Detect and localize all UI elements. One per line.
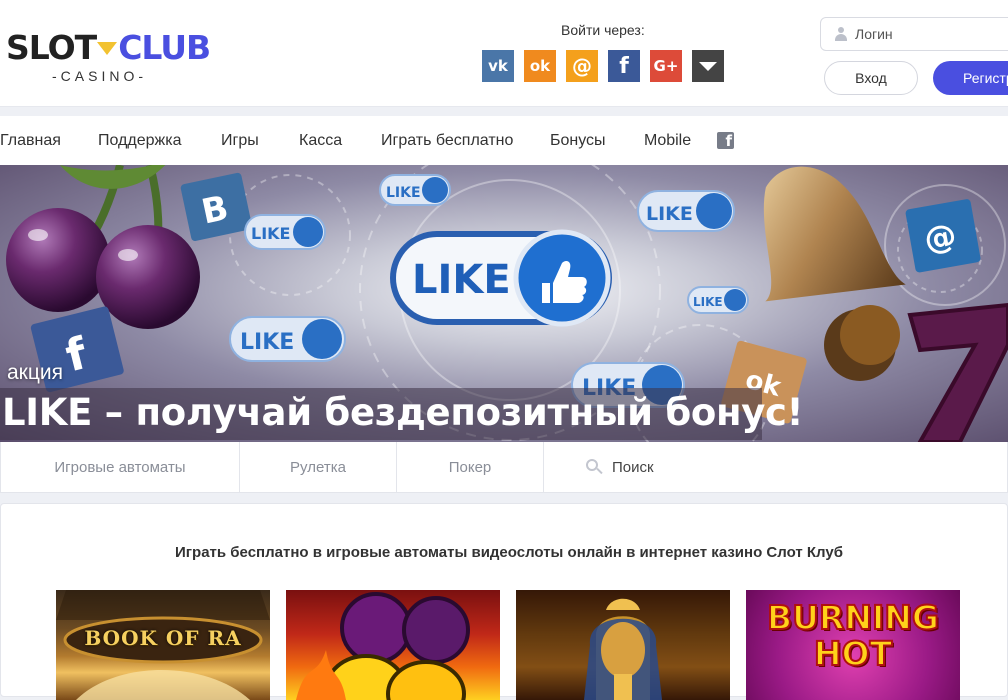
- nav-item-bonuses[interactable]: Бонусы: [550, 132, 606, 150]
- mailru-badge-icon: @: [921, 216, 959, 259]
- mailru-icon[interactable]: @: [566, 50, 598, 82]
- login-button[interactable]: Вход: [824, 61, 918, 95]
- game-artwork: [516, 590, 730, 700]
- nav-item-games[interactable]: Игры: [221, 132, 259, 150]
- nav-item-support[interactable]: Поддержка: [98, 132, 181, 150]
- promo-banner[interactable]: В f LIKE LIKE LIKE LIKE LIKE LIKE @ ok а…: [0, 165, 1008, 442]
- user-icon: [835, 27, 847, 41]
- game-tile-book-of-ra[interactable]: BOOK OF RA: [56, 590, 270, 700]
- login-input[interactable]: [855, 18, 1008, 50]
- game-category-tabs: Игровые автоматы Рулетка Покер: [0, 442, 1008, 493]
- tab-poker[interactable]: Покер: [397, 442, 544, 492]
- banner-title[interactable]: LIKE – получай бездепозитный бонус!: [2, 391, 804, 434]
- like-pill-text: LIKE: [251, 224, 290, 243]
- logo-subtitle: -CASINO-: [52, 68, 147, 84]
- like-pill-text: LIKE: [240, 330, 294, 355]
- like-pill-text: LIKE: [693, 295, 723, 309]
- nav-item-home[interactable]: Главная: [0, 132, 61, 150]
- search-input[interactable]: [612, 456, 912, 478]
- like-button-text: LIKE: [412, 257, 511, 303]
- more-icon[interactable]: [692, 50, 724, 82]
- nav-item-mobile[interactable]: Mobile: [644, 132, 691, 150]
- game-tile-fruit-slot[interactable]: [286, 590, 500, 700]
- game-title: BOOK OF RA: [84, 626, 242, 650]
- register-button[interactable]: Регистрация: [933, 61, 1008, 95]
- social-login-label: Войти через:: [561, 22, 645, 38]
- chevron-down-icon: [699, 61, 717, 71]
- nav-item-play-free[interactable]: Играть бесплатно: [381, 132, 513, 150]
- diamond-icon: [97, 42, 118, 55]
- logo-wordmark: SLOT CLUB: [6, 28, 211, 67]
- game-title: BURNING HOT: [766, 598, 940, 673]
- logo[interactable]: SLOT CLUB -CASINO-: [6, 30, 216, 86]
- nav-item-cashier[interactable]: Касса: [299, 132, 342, 150]
- tab-slots[interactable]: Игровые автоматы: [1, 442, 240, 492]
- vk-icon[interactable]: vk: [482, 50, 514, 82]
- like-pill-text: LIKE: [646, 203, 693, 225]
- games-section: Играть бесплатно в игровые автоматы виде…: [0, 503, 1008, 700]
- tab-roulette[interactable]: Рулетка: [240, 442, 397, 492]
- game-tile-pharaoh-slot[interactable]: [516, 590, 730, 700]
- search-icon: [586, 459, 603, 475]
- main-nav: Главная Поддержка Игры Касса Играть бесп…: [0, 116, 1008, 165]
- google-plus-icon[interactable]: G+: [650, 50, 682, 82]
- search-box[interactable]: [544, 442, 1008, 492]
- login-field[interactable]: [820, 17, 1008, 51]
- game-artwork: [296, 592, 470, 700]
- facebook-icon[interactable]: f: [608, 50, 640, 82]
- section-title: Играть бесплатно в игровые автоматы виде…: [175, 544, 843, 561]
- header: SLOT CLUB -CASINO- Войти через: vk ok @ f…: [0, 0, 1008, 107]
- facebook-icon[interactable]: f: [717, 132, 734, 149]
- game-tile-burning-hot[interactable]: BURNING HOT: [746, 590, 960, 700]
- odnoklassniki-icon[interactable]: ok: [524, 50, 556, 82]
- banner-tag: акция: [7, 361, 63, 384]
- like-pill-text: LIKE: [386, 185, 421, 201]
